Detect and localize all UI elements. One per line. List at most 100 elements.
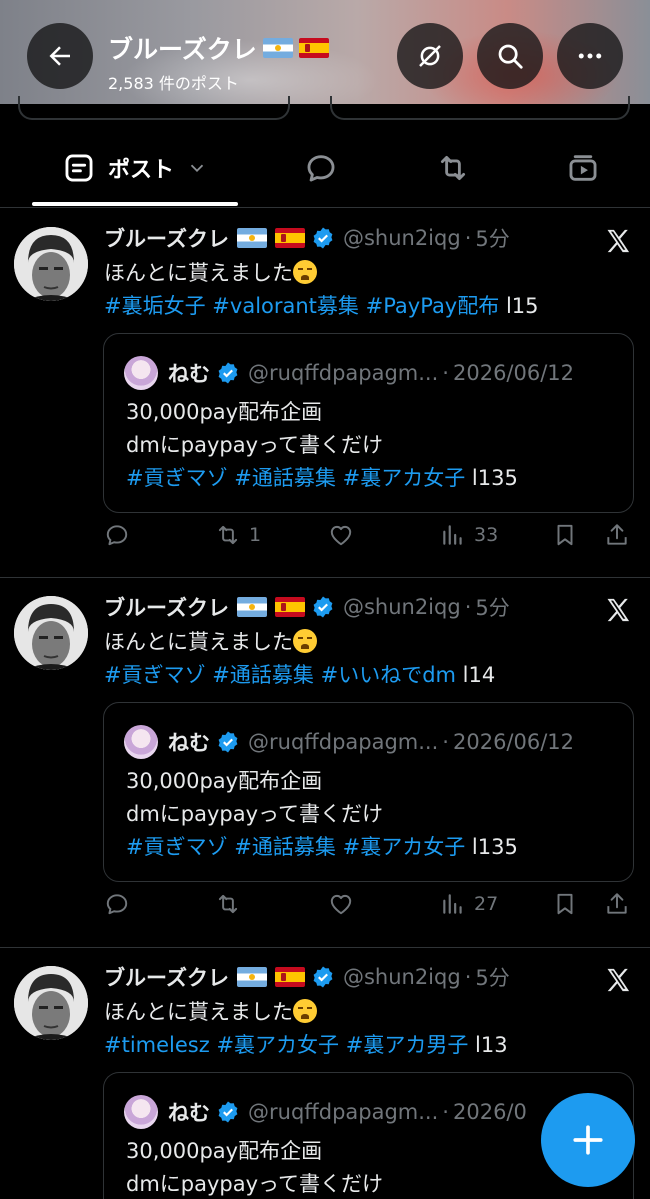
hashtag-link[interactable]: #裏アカ女子	[216, 1033, 339, 1057]
spain-flag-icon	[274, 228, 305, 248]
quote-text: 30,000pay配布企画 dmにpaypayって書くだけ	[126, 1135, 383, 1199]
share-button[interactable]	[604, 891, 630, 917]
tab-replies[interactable]	[290, 130, 352, 206]
quote-suffix: l135	[471, 466, 518, 490]
hashtag-link[interactable]: #timelesz	[104, 1033, 210, 1057]
repost-button[interactable]: 1	[215, 522, 261, 548]
hashtag-link[interactable]: #貢ぎマゾ	[126, 466, 228, 490]
analytics-icon	[443, 525, 462, 545]
quote-header: ねむ @ruqffdpapagm... · 2026/0	[124, 1095, 527, 1129]
post-time[interactable]: 5分	[475, 962, 509, 992]
search-button[interactable]	[477, 23, 543, 89]
grok-button[interactable]	[397, 23, 463, 89]
tab-posts-label: ポスト	[107, 158, 174, 183]
post-time[interactable]: 5分	[475, 223, 509, 253]
hashtag-link[interactable]: #裏アカ女子	[343, 466, 466, 490]
separator-dot: ·	[442, 361, 449, 385]
post-header: ブルーズクレ @shun2iqg · 5分	[104, 962, 510, 992]
quote-text: 30,000pay配布企画 dmにpaypayって書くだけ #貢ぎマゾ #通話募…	[126, 396, 518, 495]
crying-face-emoji-icon	[293, 260, 317, 284]
hashtag-link[interactable]: #PayPay配布	[366, 294, 500, 318]
tab-media[interactable]	[552, 130, 614, 206]
quoted-post[interactable]: ねむ @ruqffdpapagm... · 2026/06/12 30,000p…	[103, 333, 634, 513]
hashtag-link[interactable]: #通話募集	[234, 466, 336, 490]
like-button[interactable]	[328, 891, 354, 917]
x-logo-icon[interactable]	[604, 227, 632, 255]
profile-card-edge-left	[18, 96, 290, 120]
hashtag-link[interactable]: #いいねでdm	[321, 663, 456, 687]
quote-header: ねむ @ruqffdpapagm... · 2026/06/12	[124, 725, 574, 759]
avatar-photo	[14, 966, 88, 1040]
reply-button[interactable]	[104, 522, 130, 548]
hashtag-link[interactable]: #貢ぎマゾ	[126, 835, 228, 859]
view-count: 33	[474, 524, 499, 546]
post-card[interactable]: ブルーズクレ @shun2iqg · 5分 ほんとに貰えました #裏垢女子 #v…	[0, 209, 650, 578]
repost-icon	[218, 525, 238, 545]
quote-line: 30,000pay配布企画	[126, 769, 323, 793]
quoted-post[interactable]: ねむ @ruqffdpapagm... · 2026/06/12 30,000p…	[103, 702, 634, 882]
hashtag-link[interactable]: #貢ぎマゾ	[104, 663, 206, 687]
hashtag-link[interactable]: #裏アカ女子	[343, 835, 466, 859]
media-icon	[569, 155, 597, 181]
like-button[interactable]	[328, 522, 354, 548]
avatar[interactable]	[14, 596, 88, 670]
hashtag-link[interactable]: #valorant募集	[212, 294, 359, 318]
post-card[interactable]: ブルーズクレ @shun2iqg · 5分 ほんとに貰えました #貢ぎマゾ #通…	[0, 578, 650, 948]
back-button[interactable]	[27, 23, 93, 89]
views-button[interactable]: 33	[440, 522, 498, 548]
post-actions: 1 33	[0, 522, 650, 562]
crying-face-emoji-icon	[293, 629, 317, 653]
post-actions: 27	[0, 891, 650, 931]
avatar[interactable]	[14, 966, 88, 1040]
post-time[interactable]: 5分	[475, 592, 509, 622]
quote-author-name: ねむ	[168, 731, 210, 755]
reply-button[interactable]	[104, 891, 130, 917]
author-name[interactable]: ブルーズクレ	[104, 223, 229, 253]
quote-date: 2026/06/12	[452, 361, 575, 385]
argentina-flag-icon	[236, 228, 267, 248]
hashtag-link[interactable]: #裏アカ男子	[346, 1033, 469, 1057]
author-handle[interactable]: @shun2iqg	[343, 965, 461, 989]
repost-count: 1	[249, 524, 262, 546]
share-button[interactable]	[604, 522, 630, 548]
post-suffix: l15	[505, 294, 539, 318]
hashtag-link[interactable]: #通話募集	[212, 663, 314, 687]
more-button[interactable]	[557, 23, 623, 89]
x-logo-icon[interactable]	[604, 596, 632, 624]
separator-dot: ·	[464, 226, 472, 250]
header-name: ブルーズクレ	[108, 35, 257, 64]
hashtag-link[interactable]: #通話募集	[234, 835, 336, 859]
quote-suffix: l135	[471, 835, 518, 859]
author-handle[interactable]: @shun2iqg	[343, 226, 461, 250]
spain-flag-icon	[274, 597, 305, 617]
x-logo-icon[interactable]	[604, 966, 632, 994]
profile-card-edge-right	[330, 96, 630, 120]
quote-header: ねむ @ruqffdpapagm... · 2026/06/12	[124, 356, 574, 390]
hashtag-link[interactable]: #裏垢女子	[104, 294, 206, 318]
repost-button[interactable]	[215, 891, 249, 917]
reply-icon	[106, 525, 128, 546]
author-handle[interactable]: @shun2iqg	[343, 595, 461, 619]
separator-dot: ·	[464, 595, 472, 619]
quote-author-handle: @ruqffdpapagm...	[248, 730, 439, 754]
tab-reposts[interactable]	[422, 130, 484, 206]
compose-post-button[interactable]	[541, 1093, 635, 1187]
header-title-block: ブルーズクレ 2,583 件のポスト	[108, 30, 329, 94]
quote-avatar	[124, 1095, 158, 1129]
quote-avatar	[124, 725, 158, 759]
author-name[interactable]: ブルーズクレ	[104, 592, 229, 622]
repost-icon	[440, 155, 466, 181]
quote-author-name: ねむ	[168, 1101, 210, 1125]
post-header: ブルーズクレ @shun2iqg · 5分	[104, 223, 510, 253]
quote-line: 30,000pay配布企画	[126, 400, 323, 424]
profile-tabs: ポスト	[0, 130, 650, 208]
post-body: ほんとに貰えました	[104, 1000, 293, 1024]
tab-posts[interactable]: ポスト	[32, 130, 238, 206]
avatar[interactable]	[14, 227, 88, 301]
verified-badge-icon	[313, 227, 333, 249]
views-button[interactable]: 27	[440, 891, 498, 917]
bookmark-button[interactable]	[552, 891, 578, 917]
analytics-icon	[443, 894, 462, 914]
author-name[interactable]: ブルーズクレ	[104, 962, 229, 992]
bookmark-button[interactable]	[552, 522, 578, 548]
